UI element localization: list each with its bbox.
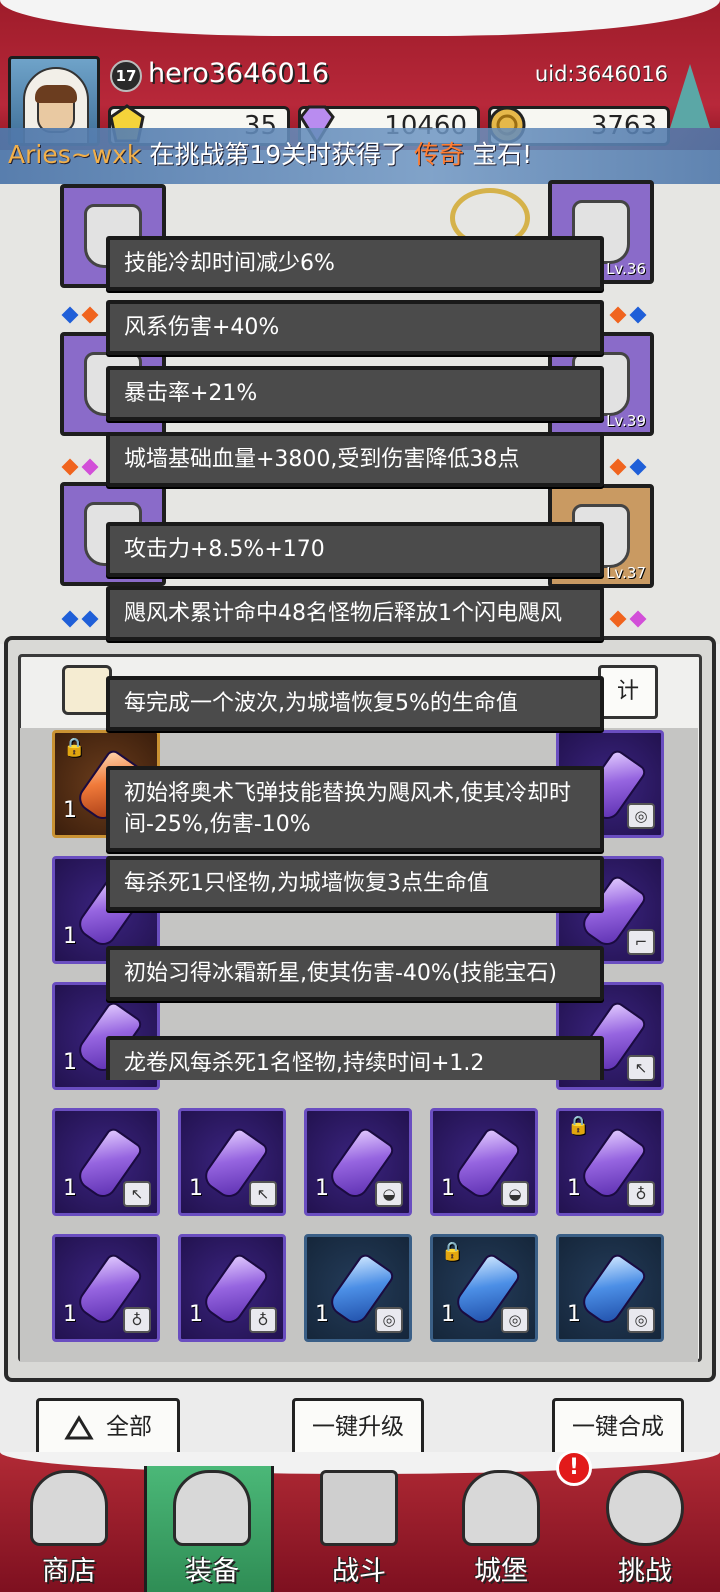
nav-challenge-label: 挑战: [618, 1556, 672, 1587]
inventory-item[interactable]: 1 ♁: [52, 1234, 160, 1342]
socket-gems: [609, 458, 652, 476]
alert-badge: !: [556, 1450, 592, 1486]
inventory-item[interactable]: 1 ◒: [304, 1108, 412, 1216]
amulet-type-icon: ♁: [123, 1307, 151, 1333]
lock-icon: 🔒: [441, 1241, 464, 1262]
item-quantity: 1: [315, 1176, 329, 1201]
nav-battle[interactable]: 战斗: [294, 1466, 424, 1592]
inventory-item[interactable]: 🔒 1 ◎: [430, 1234, 538, 1342]
attribute-line: 初始习得冰霜新星,使其伤害-40%(技能宝石): [106, 946, 604, 1001]
socket-gems: [61, 610, 104, 628]
socket-gems: [61, 458, 104, 476]
upgrade-all-button[interactable]: 一键升级: [292, 1398, 424, 1456]
gloves-type-icon: ↖: [627, 1055, 655, 1081]
castle-tower-icon: [462, 1470, 540, 1546]
gem-tab-icon[interactable]: [62, 665, 112, 715]
notice-text: 在挑战第19关时获得了: [141, 140, 415, 169]
inventory-item[interactable]: 1 ◒: [430, 1108, 538, 1216]
equip-level: Lv.37: [606, 564, 646, 582]
bottom-navigation: 商店 装备 战斗 城堡 挑战: [0, 1452, 720, 1592]
crossed-swords-icon: [320, 1470, 398, 1546]
ring-type-icon: ◎: [627, 1307, 655, 1333]
attribute-line: 攻击力+8.5%+170: [106, 522, 604, 577]
player-name: hero3646016: [148, 58, 329, 89]
amulet-type-icon: ♁: [627, 1181, 655, 1207]
item-quantity: 1: [315, 1302, 329, 1327]
stats-tab[interactable]: 计: [598, 665, 658, 719]
inventory-item[interactable]: 1 ♁: [178, 1234, 286, 1342]
ring-type-icon: ◎: [501, 1307, 529, 1333]
gloves-type-icon: ↖: [123, 1181, 151, 1207]
attribute-line: 每完成一个波次,为城墙恢复5%的生命值: [106, 676, 604, 731]
nav-battle-label: 战斗: [332, 1556, 386, 1587]
backpack-icon: [173, 1470, 251, 1546]
helmet-type-icon: ◒: [375, 1181, 403, 1207]
item-quantity: 1: [441, 1176, 455, 1201]
nav-shop-label: 商店: [42, 1556, 96, 1587]
attribute-line: 城墙基础血量+3800,受到伤害降低38点: [106, 432, 604, 487]
amulet-type-icon: ♁: [249, 1307, 277, 1333]
item-quantity: 1: [567, 1302, 581, 1327]
attribute-line: 风系伤害+40%: [106, 300, 604, 355]
attribute-line: 技能冷却时间减少6%: [106, 236, 604, 291]
item-quantity: 1: [63, 1302, 77, 1327]
nav-shop[interactable]: 商店: [4, 1466, 134, 1592]
attribute-line: 每杀死1只怪物,为城墙恢复3点生命值: [106, 856, 604, 911]
inventory-item[interactable]: 1 ◎: [304, 1234, 412, 1342]
nav-castle-label: 城堡: [474, 1556, 528, 1587]
notice-player: Aries~wxk: [8, 140, 142, 169]
triangle-filter-icon: [64, 1414, 94, 1439]
nav-challenge[interactable]: 挑战: [580, 1466, 710, 1592]
inventory-item[interactable]: 1 ↖: [178, 1108, 286, 1216]
filter-all-button[interactable]: 全部: [36, 1398, 180, 1456]
inventory-item[interactable]: 1 ↖: [52, 1108, 160, 1216]
filter-all-label: 全部: [106, 1414, 152, 1440]
boots-type-icon: ⌐: [627, 929, 655, 955]
attribute-line: 初始将奥术飞弹技能替换为飓风术,使其冷却时间-25%,伤害-10%: [106, 766, 604, 852]
snow-decoration: [0, 0, 720, 36]
nav-equip-label: 装备: [185, 1556, 239, 1587]
item-quantity: 1: [441, 1302, 455, 1327]
equip-level: Lv.39: [606, 412, 646, 430]
socket-gems: [609, 610, 652, 628]
attribute-line: 飓风术累计命中48名怪物后释放1个闪电飓风: [106, 586, 604, 641]
item-quantity: 1: [63, 1050, 77, 1075]
merge-all-button[interactable]: 一键合成: [552, 1398, 684, 1456]
attribute-line: 暴击率+21%: [106, 366, 604, 421]
socket-gems: [61, 306, 104, 324]
item-quantity: 1: [189, 1302, 203, 1327]
lock-icon: 🔒: [567, 1115, 590, 1136]
helmet-type-icon: ◒: [501, 1181, 529, 1207]
socket-gems: [609, 306, 652, 324]
notice-rarity: 传奇: [414, 140, 465, 169]
broadcast-notice: Aries~wxk 在挑战第19关时获得了 传奇 宝石!: [0, 128, 720, 184]
shield-icon: [606, 1470, 684, 1546]
gem-attributes-tooltip: 技能冷却时间减少6% 风系伤害+40% 暴击率+21% 城墙基础血量+3800,…: [106, 236, 604, 1080]
player-level-badge: 17: [110, 60, 142, 92]
ring-type-icon: ◎: [627, 803, 655, 829]
equip-level: Lv.36: [606, 260, 646, 278]
player-uid: uid:3646016: [534, 62, 668, 86]
nav-equip[interactable]: 装备: [144, 1466, 274, 1592]
lock-icon: 🔒: [63, 737, 86, 758]
item-quantity: 1: [567, 1176, 581, 1201]
nav-castle[interactable]: 城堡: [436, 1466, 566, 1592]
notice-end: 宝石!: [464, 140, 533, 169]
inventory-item[interactable]: 1 ◎: [556, 1234, 664, 1342]
item-quantity: 1: [189, 1176, 203, 1201]
item-quantity: 1: [63, 1176, 77, 1201]
item-quantity: 1: [63, 798, 77, 823]
shop-hut-icon: [30, 1470, 108, 1546]
ring-type-icon: ◎: [375, 1307, 403, 1333]
attribute-line: 龙卷风每杀死1名怪物,持续时间+1.2: [106, 1036, 604, 1080]
tree-decoration: [670, 64, 710, 128]
inventory-item[interactable]: 🔒 1 ♁: [556, 1108, 664, 1216]
gloves-type-icon: ↖: [249, 1181, 277, 1207]
item-quantity: 1: [63, 924, 77, 949]
